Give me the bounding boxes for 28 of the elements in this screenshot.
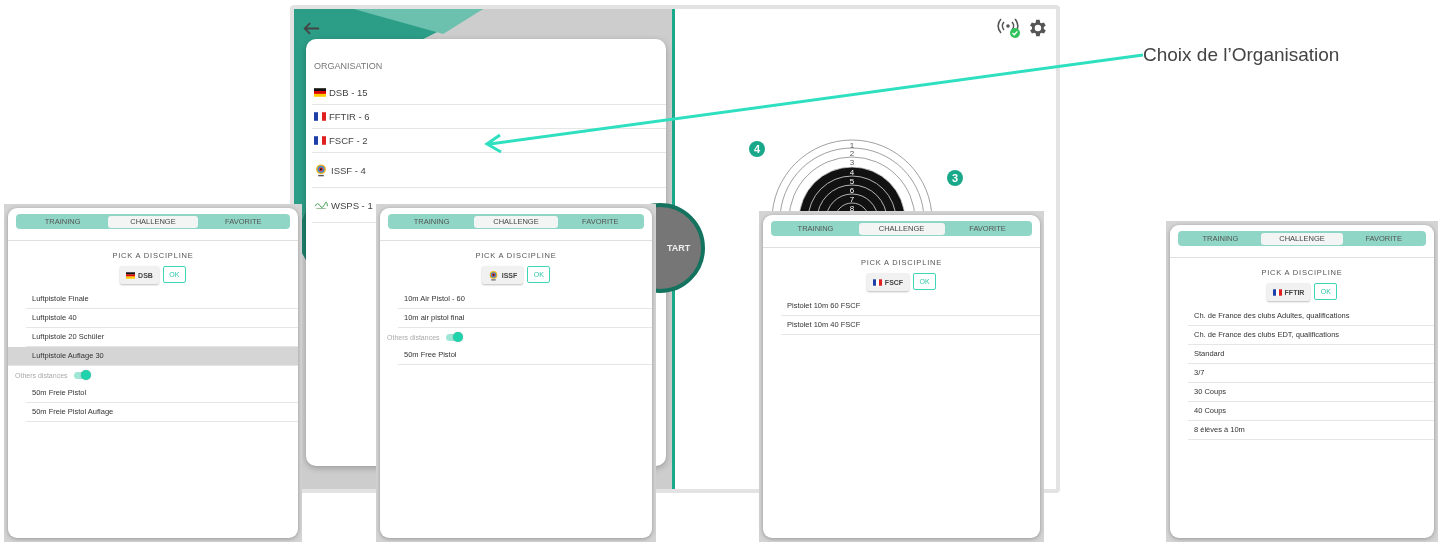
- flag-icon: [1272, 288, 1282, 296]
- ring-number: 8: [849, 203, 855, 213]
- annotation-label: Choix de l’Organisation: [1143, 44, 1340, 66]
- organisation-option[interactable]: ISSF - 4: [312, 153, 666, 188]
- ring-number: 1: [849, 140, 855, 150]
- dropdown-heading: ORGANISATION: [314, 61, 384, 71]
- target-logo-icon: [314, 163, 328, 177]
- organisation-option[interactable]: FSCF - 2: [312, 129, 666, 153]
- target-logo-icon: [487, 269, 499, 281]
- ring-number: 7: [849, 194, 855, 204]
- back-arrow-icon[interactable]: [302, 21, 320, 36]
- ring-number: 3: [849, 157, 855, 167]
- ring-number: 5: [849, 176, 855, 186]
- shot-number-badge: 4: [749, 141, 765, 157]
- ring-number: 4: [849, 167, 855, 177]
- organisation-option[interactable]: DSB - 15: [312, 81, 666, 105]
- toggle-switch[interactable]: [73, 371, 90, 379]
- signal-check-icon[interactable]: [996, 17, 1022, 39]
- ring-number: 2: [849, 148, 855, 158]
- flag-icon: [314, 136, 326, 145]
- organisation-option[interactable]: FFTIR - 6: [312, 105, 666, 129]
- flag-icon: [126, 271, 136, 279]
- flag-icon: [872, 278, 882, 286]
- ring-number: 6: [849, 185, 855, 195]
- flag-icon: [314, 88, 326, 97]
- shot-number-badge: 3: [947, 170, 963, 186]
- toggle-switch[interactable]: [445, 333, 462, 341]
- flag-icon: [314, 112, 326, 121]
